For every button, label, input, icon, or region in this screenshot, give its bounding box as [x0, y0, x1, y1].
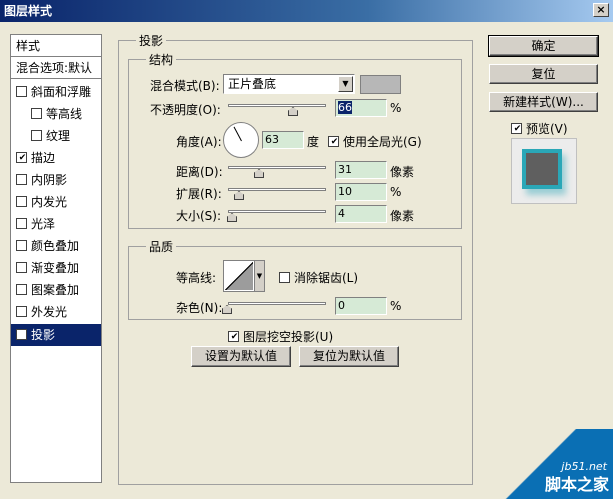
- contour-label: 等高线:: [176, 271, 217, 285]
- angle-label: 角度(A):: [176, 135, 222, 149]
- style-item-gradient-overlay[interactable]: 渐变叠加: [11, 257, 101, 279]
- ok-button[interactable]: 确定: [488, 35, 599, 57]
- preview-checkbox[interactable]: [511, 123, 523, 134]
- blend-mode-label: 混合模式(B):: [150, 79, 220, 93]
- set-default-button[interactable]: 设置为默认值: [191, 346, 291, 367]
- style-item-outer-glow[interactable]: 外发光: [11, 301, 101, 323]
- watermark-logo: jb51.net 脚本之家: [503, 429, 613, 499]
- preview-square: [522, 149, 562, 189]
- checkbox[interactable]: [16, 174, 27, 185]
- chevron-down-icon[interactable]: ▼: [338, 76, 353, 92]
- spread-slider[interactable]: [228, 188, 326, 191]
- size-label: 大小(S):: [176, 209, 222, 223]
- size-input[interactable]: 4: [335, 205, 387, 223]
- opacity-slider[interactable]: [228, 104, 326, 107]
- style-item-texture[interactable]: 纹理: [11, 125, 101, 147]
- reset-default-button[interactable]: 复位为默认值: [299, 346, 399, 367]
- section-title: 投影: [136, 32, 167, 49]
- style-preview: [511, 138, 577, 204]
- blend-mode-select[interactable]: 正片叠底 ▼: [223, 74, 355, 94]
- global-light-option[interactable]: 使用全局光(G): [328, 133, 422, 150]
- checkbox[interactable]: [16, 284, 27, 295]
- contour-picker[interactable]: ▼: [223, 260, 265, 292]
- checkbox[interactable]: [16, 329, 28, 340]
- checkbox[interactable]: [16, 262, 27, 273]
- style-item-stroke[interactable]: 描边: [11, 147, 101, 169]
- opacity-input[interactable]: 66: [335, 99, 387, 117]
- noise-label: 杂色(N):: [176, 301, 223, 315]
- style-item-satin[interactable]: 光泽: [11, 213, 101, 235]
- angle-dial[interactable]: [223, 122, 259, 158]
- distance-slider[interactable]: [228, 166, 326, 169]
- checkbox[interactable]: [16, 240, 27, 251]
- spread-input[interactable]: 10: [335, 183, 387, 201]
- checkbox[interactable]: [16, 152, 28, 163]
- distance-input[interactable]: 31: [335, 161, 387, 179]
- knockout-option[interactable]: 图层挖空投影(U): [228, 328, 333, 345]
- dialog-title: 图层样式: [4, 4, 53, 18]
- opacity-label: 不透明度(O):: [150, 103, 221, 117]
- styles-list: 样式 混合选项:默认 斜面和浮雕 等高线 纹理 描边 内阴影 内发光 光泽 颜色…: [10, 34, 102, 483]
- spread-label: 扩展(R):: [176, 187, 222, 201]
- antialias-checkbox[interactable]: [279, 272, 290, 283]
- checkbox[interactable]: [16, 218, 27, 229]
- noise-input[interactable]: 0: [335, 297, 387, 315]
- reset-button[interactable]: 复位: [489, 64, 598, 84]
- shadow-color-swatch[interactable]: [360, 75, 401, 94]
- style-item-bevel[interactable]: 斜面和浮雕: [11, 81, 101, 103]
- close-button[interactable]: ×: [593, 3, 609, 17]
- style-item-inner-glow[interactable]: 内发光: [11, 191, 101, 213]
- checkbox[interactable]: [31, 108, 42, 119]
- distance-unit: 像素: [390, 165, 415, 179]
- style-item-contour[interactable]: 等高线: [11, 103, 101, 125]
- styles-header[interactable]: 样式: [11, 35, 101, 57]
- style-item-drop-shadow[interactable]: 投影: [11, 324, 101, 346]
- size-slider[interactable]: [228, 210, 326, 213]
- structure-title: 结构: [146, 51, 177, 68]
- checkbox[interactable]: [16, 306, 27, 317]
- layer-style-dialog: 图层样式 × 样式 混合选项:默认 斜面和浮雕 等高线 纹理 描边 内阴影 内发…: [0, 0, 613, 499]
- noise-slider[interactable]: [228, 302, 326, 305]
- style-item-pattern-overlay[interactable]: 图案叠加: [11, 279, 101, 301]
- contour-curve-icon: [225, 262, 253, 290]
- style-item-inner-shadow[interactable]: 内阴影: [11, 169, 101, 191]
- spread-unit: %: [390, 185, 402, 199]
- checkbox[interactable]: [16, 86, 27, 97]
- style-item-color-overlay[interactable]: 颜色叠加: [11, 235, 101, 257]
- checkbox[interactable]: [31, 130, 42, 141]
- chevron-down-icon[interactable]: ▼: [254, 261, 264, 291]
- angle-input[interactable]: 63: [262, 131, 304, 149]
- noise-unit: %: [390, 299, 402, 313]
- quality-title: 品质: [146, 238, 177, 255]
- antialias-option[interactable]: 消除锯齿(L): [279, 269, 358, 286]
- distance-label: 距离(D):: [176, 165, 223, 179]
- knockout-checkbox[interactable]: [228, 331, 240, 342]
- checkbox[interactable]: [16, 196, 27, 207]
- opacity-unit: %: [390, 101, 402, 115]
- blend-options-item[interactable]: 混合选项:默认: [11, 57, 101, 79]
- preview-option[interactable]: 预览(V): [511, 120, 568, 137]
- global-light-checkbox[interactable]: [328, 136, 340, 147]
- angle-unit: 度: [307, 135, 320, 149]
- new-style-button[interactable]: 新建样式(W)...: [489, 92, 598, 112]
- size-unit: 像素: [390, 209, 415, 223]
- title-bar: 图层样式 ×: [0, 0, 613, 22]
